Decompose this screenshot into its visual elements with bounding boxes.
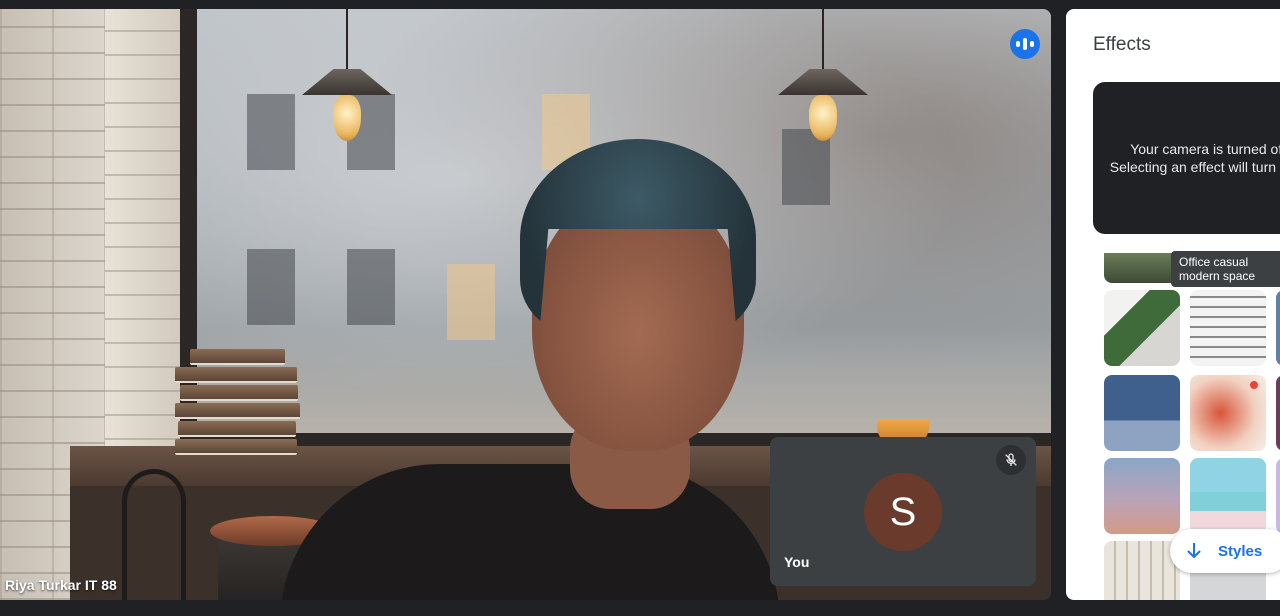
book	[175, 439, 297, 455]
thumbnail-tooltip: Office casual modern space	[1171, 251, 1280, 287]
mic-off-icon	[996, 445, 1026, 475]
avatar: S	[864, 473, 942, 551]
book	[175, 403, 300, 419]
effect-thumbnail-partial[interactable]	[1276, 458, 1280, 534]
building-window	[247, 249, 295, 325]
effect-thumbnail-gallery[interactable]	[1104, 541, 1180, 600]
bottom-bar	[0, 600, 1280, 616]
participant-name: Riya Turkar IT 88	[5, 577, 117, 593]
book	[175, 367, 297, 383]
book	[178, 421, 296, 437]
panel-title: Effects	[1093, 34, 1151, 55]
styles-button[interactable]: Styles	[1170, 529, 1280, 573]
camera-off-preview: Your camera is turned off. Selecting an …	[1093, 82, 1280, 234]
building-window	[247, 94, 295, 170]
brick-pillar	[105, 9, 180, 464]
effect-thumbnail-landscape[interactable]	[1104, 253, 1180, 283]
effect-thumbnail-living-room[interactable]	[1104, 375, 1180, 451]
building-window	[447, 264, 495, 340]
effect-thumbnail-indoor-garden[interactable]	[1104, 290, 1180, 366]
effect-thumbnail-partial[interactable]	[1276, 290, 1280, 366]
mic-off-icon-svg	[1005, 453, 1017, 466]
styles-label: Styles	[1218, 542, 1263, 560]
arrow-down-icon	[1187, 543, 1201, 559]
umbrella	[122, 469, 186, 600]
speaking-indicator-icon	[1010, 29, 1040, 59]
camera-off-message: Your camera is turned off. Selecting an …	[1109, 141, 1280, 175]
effect-thumbnail-koi[interactable]	[1190, 375, 1266, 451]
effect-thumbnail-partial[interactable]	[1276, 375, 1280, 451]
book	[190, 349, 285, 365]
building-window	[347, 249, 395, 325]
book	[180, 385, 298, 401]
self-name-label: You	[784, 554, 810, 570]
effects-panel: Effects Your camera is turned off. Selec…	[1066, 9, 1280, 600]
effect-thumbnail-gradient[interactable]	[1104, 458, 1180, 534]
self-view-tile[interactable]: S You	[770, 437, 1036, 586]
effect-thumbnail-library[interactable]	[1190, 290, 1266, 366]
new-badge-icon	[1250, 381, 1258, 389]
effect-thumbnail-beach[interactable]	[1190, 458, 1266, 534]
